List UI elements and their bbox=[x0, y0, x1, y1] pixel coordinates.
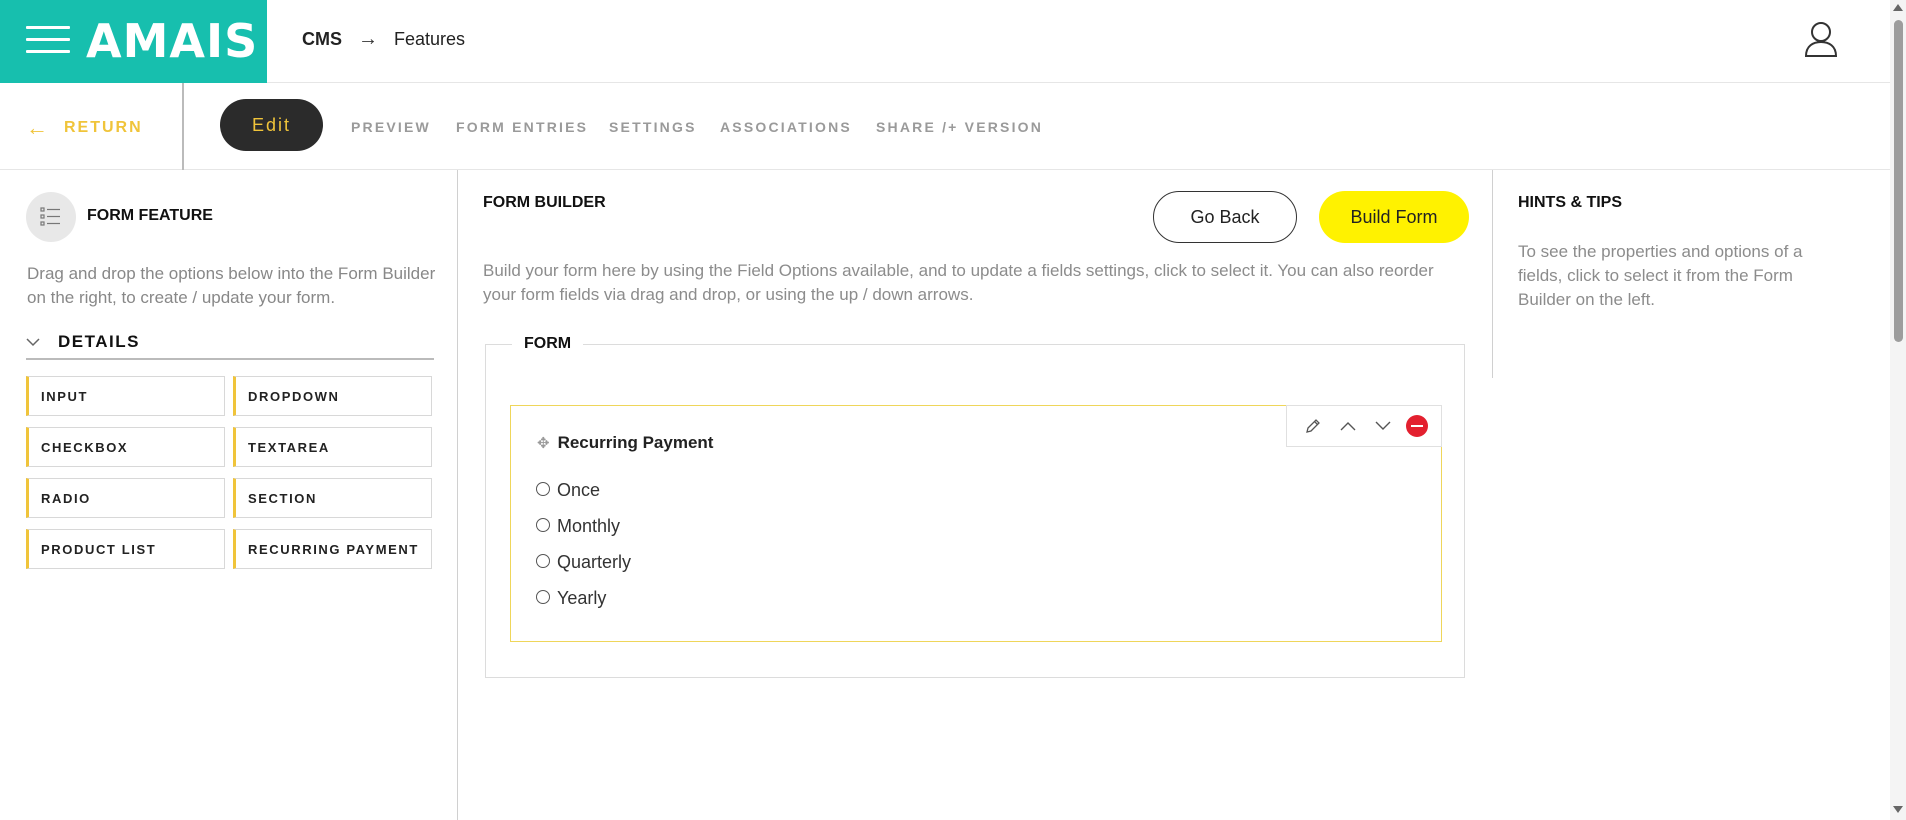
radio-label: Monthly bbox=[557, 516, 621, 536]
breadcrumb-current: Features bbox=[394, 29, 466, 49]
form-canvas[interactable]: FORM ✥ Recurring Payment Once Monthly Qu… bbox=[485, 335, 1465, 678]
chevron-up-icon[interactable] bbox=[1336, 414, 1360, 438]
panel-description: Drag and drop the options below into the… bbox=[27, 264, 436, 307]
radio-option-once[interactable]: Once bbox=[536, 480, 600, 501]
radio-button[interactable] bbox=[536, 554, 550, 568]
radio-label: Yearly bbox=[557, 588, 607, 608]
radio-button[interactable] bbox=[536, 482, 550, 496]
field-title: ✥ Recurring Payment bbox=[537, 433, 713, 453]
form-builder-panel: FORM BUILDER Go Back Build Form Build yo… bbox=[458, 170, 1492, 820]
option-radio[interactable]: RADIO bbox=[26, 478, 225, 518]
drag-move-icon[interactable]: ✥ bbox=[537, 434, 550, 452]
details-section-toggle[interactable]: DETAILS bbox=[26, 330, 434, 360]
recurring-payment-field[interactable]: ✥ Recurring Payment Once Monthly Quarter… bbox=[510, 405, 1442, 642]
app-logo[interactable]: AMAIS bbox=[86, 14, 258, 68]
breadcrumb-root[interactable]: CMS bbox=[302, 29, 342, 50]
field-toolbar bbox=[1286, 405, 1442, 447]
brand-block: AMAIS bbox=[0, 0, 267, 83]
radio-option-yearly[interactable]: Yearly bbox=[536, 588, 606, 609]
hints-text: To see the properties and options of a f… bbox=[1518, 242, 1803, 309]
form-legend: FORM bbox=[512, 335, 584, 353]
radio-option-monthly[interactable]: Monthly bbox=[536, 516, 620, 537]
page-scrollbar[interactable] bbox=[1890, 0, 1906, 820]
tab-form-entries[interactable]: FORM ENTRIES bbox=[456, 119, 588, 135]
option-product-list[interactable]: PRODUCT LIST bbox=[26, 529, 225, 569]
tab-settings[interactable]: SETTINGS bbox=[609, 119, 697, 135]
chevron-down-icon[interactable] bbox=[1371, 414, 1395, 438]
radio-label: Quarterly bbox=[557, 552, 632, 572]
option-textarea[interactable]: TEXTAREA bbox=[233, 427, 432, 467]
builder-description: Build your form here by using the Field … bbox=[483, 261, 1434, 304]
hamburger-menu-icon[interactable] bbox=[26, 26, 70, 54]
scrollbar-thumb[interactable] bbox=[1894, 20, 1903, 342]
go-back-button[interactable]: Go Back bbox=[1153, 191, 1297, 243]
tab-share-version[interactable]: SHARE /+ VERSION bbox=[876, 119, 1043, 135]
tab-associations[interactable]: ASSOCIATIONS bbox=[720, 119, 852, 135]
arrow-left-icon: ← bbox=[26, 115, 50, 140]
field-title-label: Recurring Payment bbox=[557, 433, 714, 452]
radio-button[interactable] bbox=[536, 518, 550, 532]
radio-button[interactable] bbox=[536, 590, 550, 604]
radio-option-quarterly[interactable]: Quarterly bbox=[536, 552, 631, 573]
breadcrumb-arrow-icon: → bbox=[358, 28, 378, 50]
breadcrumb: CMS → Features bbox=[302, 28, 465, 51]
chevron-down-icon bbox=[26, 334, 40, 350]
radio-label: Once bbox=[557, 480, 601, 500]
left-panel: FORM FEATURE Drag and drop the options b… bbox=[0, 170, 458, 820]
hints-panel: HINTS & TIPS To see the properties and o… bbox=[1492, 170, 1890, 378]
option-input[interactable]: INPUT bbox=[26, 376, 225, 416]
option-section[interactable]: SECTION bbox=[233, 478, 432, 518]
scroll-down-arrow-icon[interactable] bbox=[1893, 806, 1903, 813]
option-recurring-payment[interactable]: RECURRING PAYMENT bbox=[233, 529, 432, 569]
tab-edit[interactable]: Edit bbox=[220, 99, 323, 151]
option-checkbox[interactable]: CHECKBOX bbox=[26, 427, 225, 467]
pencil-edit-icon[interactable] bbox=[1301, 414, 1325, 438]
form-list-icon bbox=[26, 192, 76, 242]
build-form-button[interactable]: Build Form bbox=[1319, 191, 1469, 243]
section-label: DETAILS bbox=[58, 332, 140, 351]
tab-bar: ← RETURN Edit PREVIEW FORM ENTRIES SETTI… bbox=[0, 83, 1890, 170]
return-label: RETURN bbox=[64, 119, 143, 136]
top-header: AMAIS CMS → Features bbox=[0, 0, 1890, 83]
hints-title: HINTS & TIPS bbox=[1518, 194, 1623, 211]
option-dropdown[interactable]: DROPDOWN bbox=[233, 376, 432, 416]
remove-field-icon[interactable] bbox=[1405, 415, 1428, 437]
divider bbox=[182, 83, 184, 170]
panel-title: FORM FEATURE bbox=[87, 207, 213, 224]
builder-title: FORM BUILDER bbox=[483, 194, 606, 211]
tab-preview[interactable]: PREVIEW bbox=[351, 119, 431, 135]
scroll-up-arrow-icon[interactable] bbox=[1893, 4, 1903, 11]
user-account-icon[interactable] bbox=[1803, 20, 1839, 58]
return-button[interactable]: ← RETURN bbox=[26, 115, 143, 141]
